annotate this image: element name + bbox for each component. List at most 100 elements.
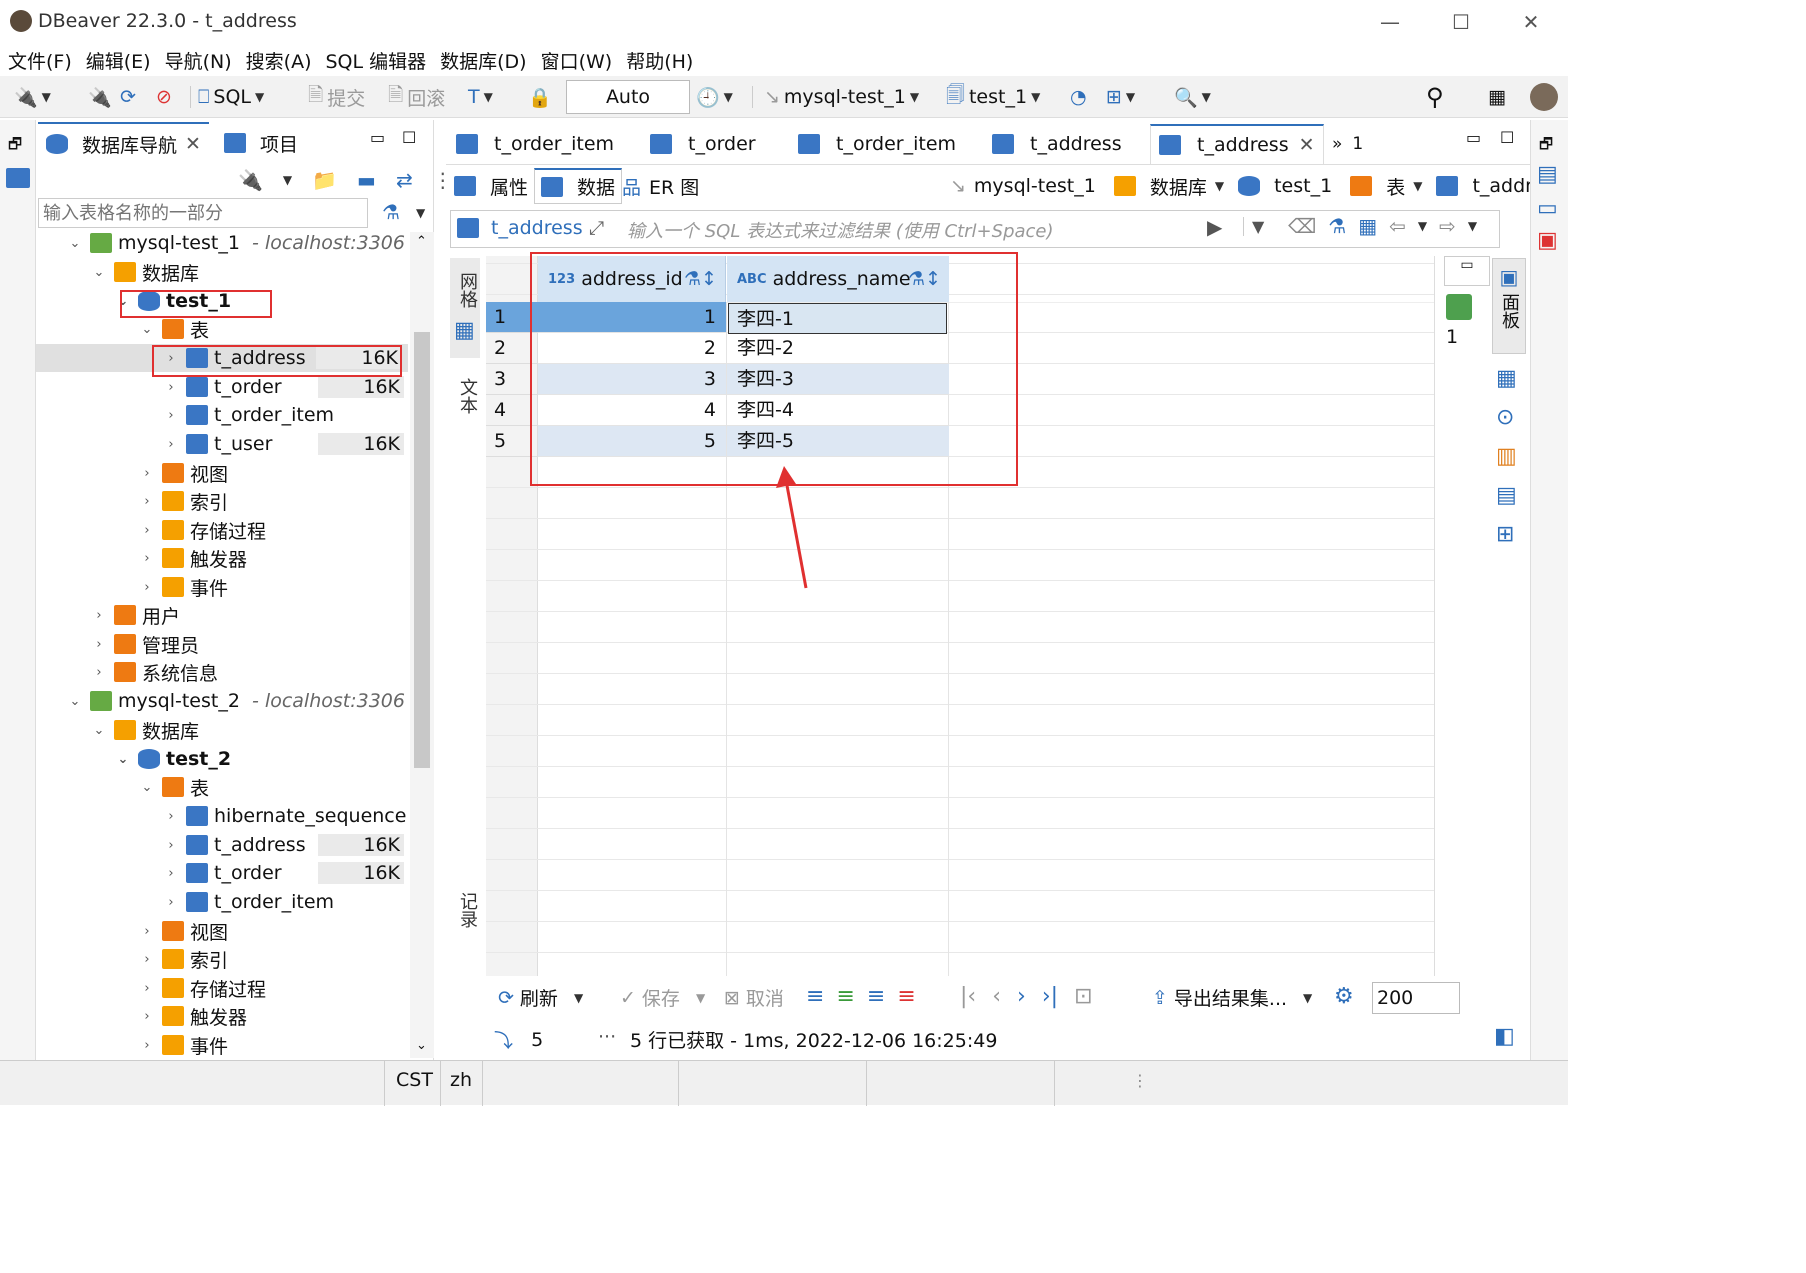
editor-tab-t-address[interactable]: t_address: [984, 124, 1130, 164]
chevron-down-icon[interactable]: ▼: [696, 991, 705, 1005]
refresh-button[interactable]: ⟳ 刷新 ▼: [498, 984, 583, 1011]
active-schema-selector[interactable]: 🗐 test_1 ▼: [946, 80, 1040, 114]
maximize-button[interactable]: ☐: [1446, 8, 1476, 38]
tree-item-tables-2[interactable]: ⌄ 表: [36, 773, 410, 801]
chevron-down-icon[interactable]: ▼: [1202, 90, 1211, 104]
filter-icon[interactable]: ⚗: [382, 200, 400, 224]
new-connection-icon[interactable]: 🔌: [238, 168, 263, 192]
tab-database-navigator[interactable]: 数据库导航 ✕: [38, 122, 209, 164]
menu-help[interactable]: 帮助(H): [626, 47, 693, 74]
er-button[interactable]: ⊞ ▼: [1106, 80, 1135, 114]
chevron-down-icon[interactable]: ▼: [1413, 179, 1422, 193]
chevron-down-icon[interactable]: ⌄: [92, 723, 106, 738]
tree-item-t-order-item-2[interactable]: › t_order_item: [36, 888, 410, 916]
chevron-down-icon[interactable]: ▼: [724, 90, 733, 104]
dots-icon[interactable]: ⊙: [1496, 405, 1517, 430]
prev-page-icon[interactable]: ‹: [992, 984, 1001, 1009]
filter-input[interactable]: 输入一个 SQL 表达式来过滤结果 (使用 Ctrl+Space): [627, 217, 1054, 243]
eraser-icon[interactable]: ⌫: [1288, 214, 1316, 238]
tree-item-indexes[interactable]: › 索引: [36, 487, 410, 515]
edit-row-icon[interactable]: ≡: [806, 984, 824, 1009]
tree-item-triggers[interactable]: › 触发器: [36, 544, 410, 572]
properties-icon[interactable]: ▣: [1537, 228, 1558, 253]
global-search-button[interactable]: ⚲: [1426, 80, 1444, 114]
chevron-right-icon[interactable]: ›: [140, 523, 154, 538]
search-toolbar-button[interactable]: 🔍 ▼: [1174, 80, 1211, 114]
grid-view-icon[interactable]: ▦: [454, 318, 475, 343]
chevron-down-icon[interactable]: ▼: [1126, 90, 1135, 104]
delete-row-icon[interactable]: ≡: [897, 984, 915, 1009]
chevron-right-icon[interactable]: ›: [140, 952, 154, 967]
chevron-right-icon[interactable]: ›: [140, 1038, 154, 1053]
chevron-down-icon[interactable]: ⌄: [68, 236, 82, 251]
chevron-down-icon[interactable]: ▼: [1418, 219, 1427, 233]
disconnect-button[interactable]: ⊘: [156, 80, 172, 114]
battery-icon[interactable]: ▭: [1537, 196, 1558, 221]
subtab-properties[interactable]: 属性: [454, 168, 528, 204]
layout-icon[interactable]: ⊞: [1496, 522, 1517, 547]
tree-item-procedures-2[interactable]: › 存储过程: [36, 974, 410, 1002]
subtab-er-diagram[interactable]: 品 ER 图: [622, 168, 699, 204]
active-connection-selector[interactable]: ↘ mysql-test_1 ▼: [764, 80, 919, 114]
tab-projects[interactable]: 项目: [216, 122, 306, 164]
editor-tab-t-order-item-2[interactable]: t_order_item: [790, 124, 964, 164]
tree-item-procedures[interactable]: › 存储过程: [36, 516, 410, 544]
connect-button[interactable]: 🔌: [88, 80, 112, 114]
tree-item-views-2[interactable]: › 视图: [36, 917, 410, 945]
chevron-down-icon[interactable]: ⌄: [140, 780, 154, 795]
fetch-size-input[interactable]: 200: [1372, 982, 1460, 1014]
tree-scrollbar[interactable]: ⌃ ⌄: [410, 232, 434, 1058]
cancel-button[interactable]: ⊠ 取消: [724, 984, 784, 1011]
minimize-panel-icon[interactable]: ▭: [370, 128, 385, 147]
tree-item-t-order-2[interactable]: › t_order 16K: [36, 859, 410, 887]
chevron-right-icon[interactable]: ›: [140, 1009, 154, 1024]
transaction-mode-button[interactable]: T ▼: [468, 80, 493, 114]
tree-item-databases-2[interactable]: ⌄ 数据库: [36, 716, 410, 744]
copy-row-icon[interactable]: ≡: [867, 984, 885, 1009]
close-icon[interactable]: ✕: [185, 133, 201, 155]
editor-tab-t-order-item[interactable]: t_order_item: [448, 124, 622, 164]
chevron-right-icon[interactable]: ›: [140, 466, 154, 481]
tree-item-t-order-item[interactable]: › t_order_item: [36, 401, 410, 429]
chevron-down-icon[interactable]: ▼: [484, 90, 493, 104]
chevron-right-icon[interactable]: ›: [92, 608, 106, 623]
chevron-down-icon[interactable]: ▼: [1468, 219, 1477, 233]
tree-item-connection-1[interactable]: ⌄ mysql-test_1 - localhost:3306: [36, 229, 410, 257]
maximize-panel-icon[interactable]: ☐: [402, 128, 416, 147]
chevron-right-icon[interactable]: ›: [140, 494, 154, 509]
tree-item-t-address-2[interactable]: › t_address 16K: [36, 831, 410, 859]
tree-item-tables[interactable]: ⌄ 表: [36, 315, 410, 343]
chevron-down-icon[interactable]: ▼: [283, 173, 292, 187]
apply-filter-icon[interactable]: ▶: [1207, 215, 1222, 239]
chevron-right-icon[interactable]: ›: [164, 437, 178, 452]
menu-search[interactable]: 搜索(A): [246, 47, 312, 74]
close-icon[interactable]: ✕: [1299, 134, 1315, 156]
chevron-right-icon[interactable]: ›: [140, 924, 154, 939]
tree-item-events[interactable]: › 事件: [36, 573, 410, 601]
tree-item-connection-2[interactable]: ⌄ mysql-test_2 - localhost:3306: [36, 687, 410, 715]
back-arrow-icon[interactable]: ⇦: [1389, 214, 1406, 238]
close-button[interactable]: ✕: [1516, 8, 1546, 38]
add-row-icon[interactable]: ≡: [836, 984, 854, 1009]
chevron-down-icon[interactable]: ▼: [416, 206, 425, 220]
chevron-down-icon[interactable]: ⌄: [116, 752, 130, 767]
more-tabs-button[interactable]: » 1: [1324, 124, 1371, 164]
editor-tab-t-order[interactable]: t_order: [642, 124, 764, 164]
restore-icon[interactable]: 🗗: [1539, 134, 1553, 159]
new-connection-button[interactable]: 🔌 ▼: [14, 80, 51, 114]
perspective-button[interactable]: ▦: [1488, 80, 1506, 114]
outline-icon[interactable]: ▤: [1537, 162, 1558, 187]
tree-item-administer[interactable]: › 管理员: [36, 630, 410, 658]
save-button[interactable]: ✓ 保存 ▼: [620, 984, 705, 1011]
editor-tab-t-address-active[interactable]: t_address ✕: [1150, 124, 1324, 164]
link-editor-icon[interactable]: ⇄: [396, 168, 413, 192]
chevron-down-icon[interactable]: ⌄: [92, 265, 106, 280]
panel-toggle-icon[interactable]: ◧: [1494, 1024, 1515, 1049]
tree-item-triggers-2[interactable]: › 触发器: [36, 1002, 410, 1030]
side-tab-grid[interactable]: 网格: [450, 258, 480, 358]
side-tab-record[interactable]: 记录: [450, 892, 480, 962]
export-button[interactable]: ⇪ 导出结果集... ▼: [1152, 984, 1312, 1011]
chevron-right-icon[interactable]: ›: [164, 380, 178, 395]
dbeaver-perspective-button[interactable]: [1530, 80, 1558, 114]
minimize-editor-icon[interactable]: ▭: [1466, 128, 1481, 147]
